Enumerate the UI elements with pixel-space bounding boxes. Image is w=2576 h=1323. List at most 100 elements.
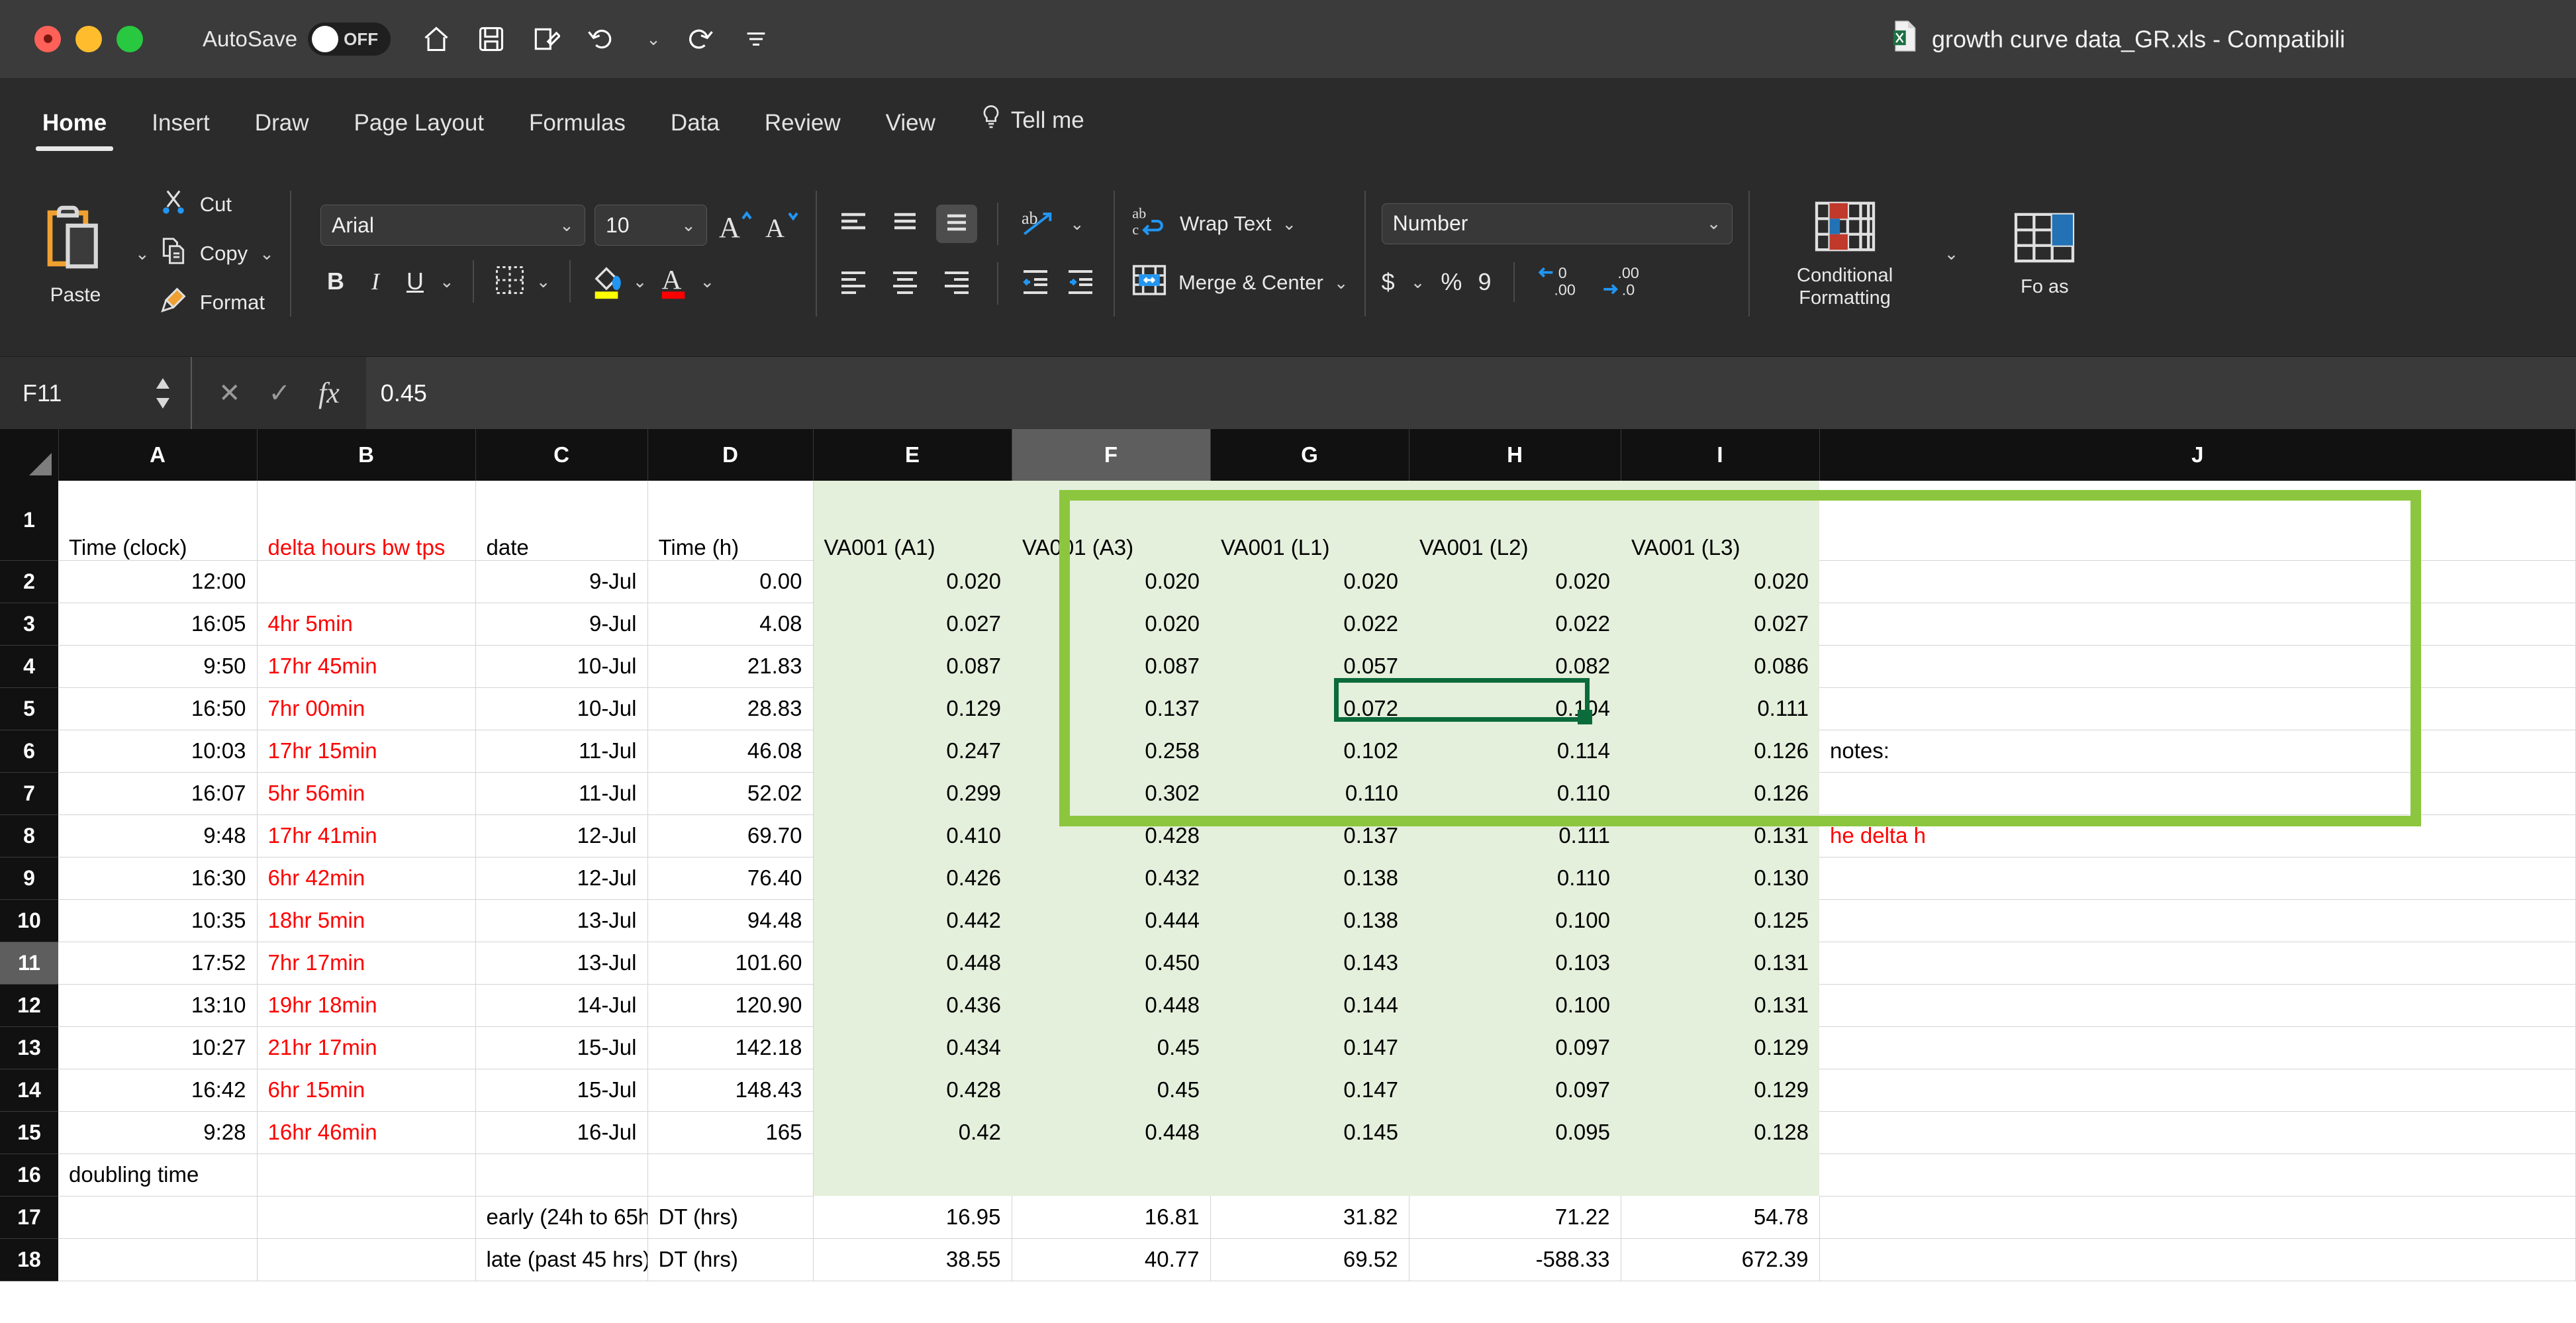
sheet-body[interactable]: 1 Time (clock) delta hours bw tps date Time … — [0, 481, 2576, 1281]
cell-A6[interactable]: 10:03 — [58, 730, 258, 773]
cell-F2[interactable]: 0.020 — [1012, 560, 1210, 603]
cell-J6[interactable]: notes: — [1819, 730, 2576, 773]
row-header-5[interactable]: 5 — [0, 687, 58, 730]
cell-J13[interactable] — [1819, 1026, 2576, 1069]
cell-C18[interactable]: late (past 45 hrs) — [475, 1238, 648, 1281]
cell-H12[interactable]: 0.100 — [1409, 984, 1621, 1026]
cell-C5[interactable]: 10-Jul — [475, 687, 648, 730]
cell-I8[interactable]: 0.131 — [1621, 814, 1819, 857]
cell-J17[interactable] — [1819, 1196, 2576, 1239]
row-header-4[interactable]: 4 — [0, 645, 58, 688]
cell-J10[interactable] — [1819, 899, 2576, 942]
cell-A18[interactable] — [58, 1238, 258, 1281]
cell-B4[interactable]: 17hr 45min — [257, 645, 476, 688]
spreadsheet-grid[interactable]: A B C D E F G H I J 1 Time (clock) delta h… — [0, 429, 2576, 1323]
cell-H4[interactable]: 0.082 — [1409, 645, 1621, 687]
minimize-window-button[interactable] — [75, 26, 102, 52]
cell-E1[interactable]: VA001 (A1) — [813, 481, 1012, 560]
row-header-12[interactable]: 12 — [0, 984, 58, 1027]
cell-E3[interactable]: 0.027 — [813, 603, 1012, 645]
cell-E10[interactable]: 0.442 — [813, 899, 1012, 942]
column-header-e[interactable]: E — [813, 429, 1012, 481]
align-center-button[interactable] — [884, 264, 926, 303]
cell-D8[interactable]: 69.70 — [647, 814, 814, 858]
table-row[interactable]: 6 10:03 17hr 15min 11-Jul 46.08 0.247 0.258 0.1… — [0, 730, 2576, 773]
increase-font-size-button[interactable]: A — [716, 207, 753, 244]
column-header-j[interactable]: J — [1819, 429, 2576, 481]
table-row[interactable]: 11 17:52 7hr 17min 13-Jul 101.60 0.448 0.450 0.… — [0, 942, 2576, 985]
row-header-18[interactable]: 18 — [0, 1238, 58, 1281]
cell-A10[interactable]: 10:35 — [58, 899, 258, 942]
cell-E12[interactable]: 0.436 — [813, 984, 1012, 1026]
merge-center-dropdown-chevron-icon[interactable]: ⌄ — [1334, 273, 1349, 293]
cell-C8[interactable]: 12-Jul — [475, 814, 648, 858]
cell-I16[interactable] — [1621, 1153, 1819, 1196]
table-row[interactable]: 15 9:28 16hr 46min 16-Jul 165 0.42 0.448 0.145 0… — [0, 1111, 2576, 1154]
cell-J14[interactable] — [1819, 1069, 2576, 1112]
confirm-entry-icon[interactable]: ✓ — [269, 378, 291, 409]
comma-format-button[interactable]: 9 — [1478, 268, 1491, 296]
cell-C13[interactable]: 15-Jul — [475, 1026, 648, 1069]
cell-G17[interactable]: 31.82 — [1210, 1196, 1409, 1239]
paste-button[interactable]: Paste — [16, 201, 135, 307]
underline-dropdown-chevron-icon[interactable]: ⌄ — [440, 271, 454, 292]
cell-G13[interactable]: 0.147 — [1210, 1026, 1409, 1069]
cell-C4[interactable]: 10-Jul — [475, 645, 648, 688]
cell-E18[interactable]: 38.55 — [813, 1238, 1012, 1281]
cell-B9[interactable]: 6hr 42min — [257, 857, 476, 900]
cell-D2[interactable]: 0.00 — [647, 560, 814, 603]
wrap-text-button[interactable]: ab c Wrap Text ⌄ — [1131, 203, 1349, 244]
cell-D18[interactable]: DT (hrs) — [647, 1238, 814, 1281]
cell-C15[interactable]: 16-Jul — [475, 1111, 648, 1154]
cell-F4[interactable]: 0.087 — [1012, 645, 1210, 687]
row-header-9[interactable]: 9 — [0, 857, 58, 900]
cell-I4[interactable]: 0.086 — [1621, 645, 1819, 687]
cell-H18[interactable]: -588.33 — [1409, 1238, 1621, 1281]
cell-A14[interactable]: 16:42 — [58, 1069, 258, 1112]
cell-E14[interactable]: 0.428 — [813, 1069, 1012, 1111]
cell-C14[interactable]: 15-Jul — [475, 1069, 648, 1112]
table-row[interactable]: 9 16:30 6hr 42min 12-Jul 76.40 0.426 0.432 0.13… — [0, 857, 2576, 900]
table-row[interactable]: 17 early (24h to 65h) DT (hrs) 16.95 16.81 31… — [0, 1196, 2576, 1239]
cell-B12[interactable]: 19hr 18min — [257, 984, 476, 1027]
table-row[interactable]: 18 late (past 45 hrs) DT (hrs) 38.55 40.77 69… — [0, 1238, 2576, 1281]
cell-D16[interactable] — [647, 1153, 814, 1197]
cell-E2[interactable]: 0.020 — [813, 560, 1012, 603]
cell-D6[interactable]: 46.08 — [647, 730, 814, 773]
cell-C10[interactable]: 13-Jul — [475, 899, 648, 942]
table-row[interactable]: 2 12:00 9-Jul 0.00 0.020 0.020 0.020 0.020 0.020 — [0, 560, 2576, 603]
align-right-button[interactable] — [936, 264, 977, 303]
formula-bar-actions[interactable]: ✕ ✓ fx — [192, 376, 366, 410]
customize-toolbar-icon[interactable] — [741, 26, 771, 52]
cell-H17[interactable]: 71.22 — [1409, 1196, 1621, 1239]
format-as-table-button[interactable]: Fo as — [1978, 209, 2111, 298]
cell-J1[interactable] — [1819, 481, 2576, 561]
table-row[interactable]: 16 doubling time — [0, 1153, 2576, 1197]
cell-A4[interactable]: 9:50 — [58, 645, 258, 688]
cell-H6[interactable]: 0.114 — [1409, 730, 1621, 772]
format-painter-button[interactable]: Format — [159, 285, 274, 320]
cell-A8[interactable]: 9:48 — [58, 814, 258, 858]
fill-color-dropdown-chevron-icon[interactable]: ⌄ — [633, 271, 647, 292]
cell-I7[interactable]: 0.126 — [1621, 772, 1819, 814]
cell-D3[interactable]: 4.08 — [647, 603, 814, 646]
cell-E8[interactable]: 0.410 — [813, 814, 1012, 857]
percent-format-button[interactable]: % — [1441, 268, 1462, 296]
cell-D12[interactable]: 120.90 — [647, 984, 814, 1027]
tab-home[interactable]: Home — [20, 110, 129, 151]
table-row[interactable]: 12 13:10 19hr 18min 14-Jul 120.90 0.436 0.448 0… — [0, 984, 2576, 1027]
cell-G5[interactable]: 0.072 — [1210, 687, 1409, 730]
cell-D4[interactable]: 21.83 — [647, 645, 814, 688]
row-header-1[interactable]: 1 — [0, 481, 58, 561]
ribbon-tab-bar[interactable]: Home Insert Draw Page Layout Formulas Da… — [0, 78, 2576, 151]
cell-A16[interactable]: doubling time — [58, 1153, 258, 1197]
decrease-font-size-button[interactable]: A — [763, 207, 800, 244]
cell-E16[interactable] — [813, 1153, 1012, 1196]
cell-H7[interactable]: 0.110 — [1409, 772, 1621, 814]
undo-dropdown-chevron-icon[interactable]: ⌄ — [646, 29, 661, 50]
align-left-button[interactable] — [833, 264, 874, 303]
maximize-window-button[interactable] — [117, 26, 143, 52]
row-header-11[interactable]: 11 — [0, 942, 58, 985]
bold-button[interactable]: B — [320, 268, 351, 295]
redo-icon[interactable] — [686, 24, 716, 54]
